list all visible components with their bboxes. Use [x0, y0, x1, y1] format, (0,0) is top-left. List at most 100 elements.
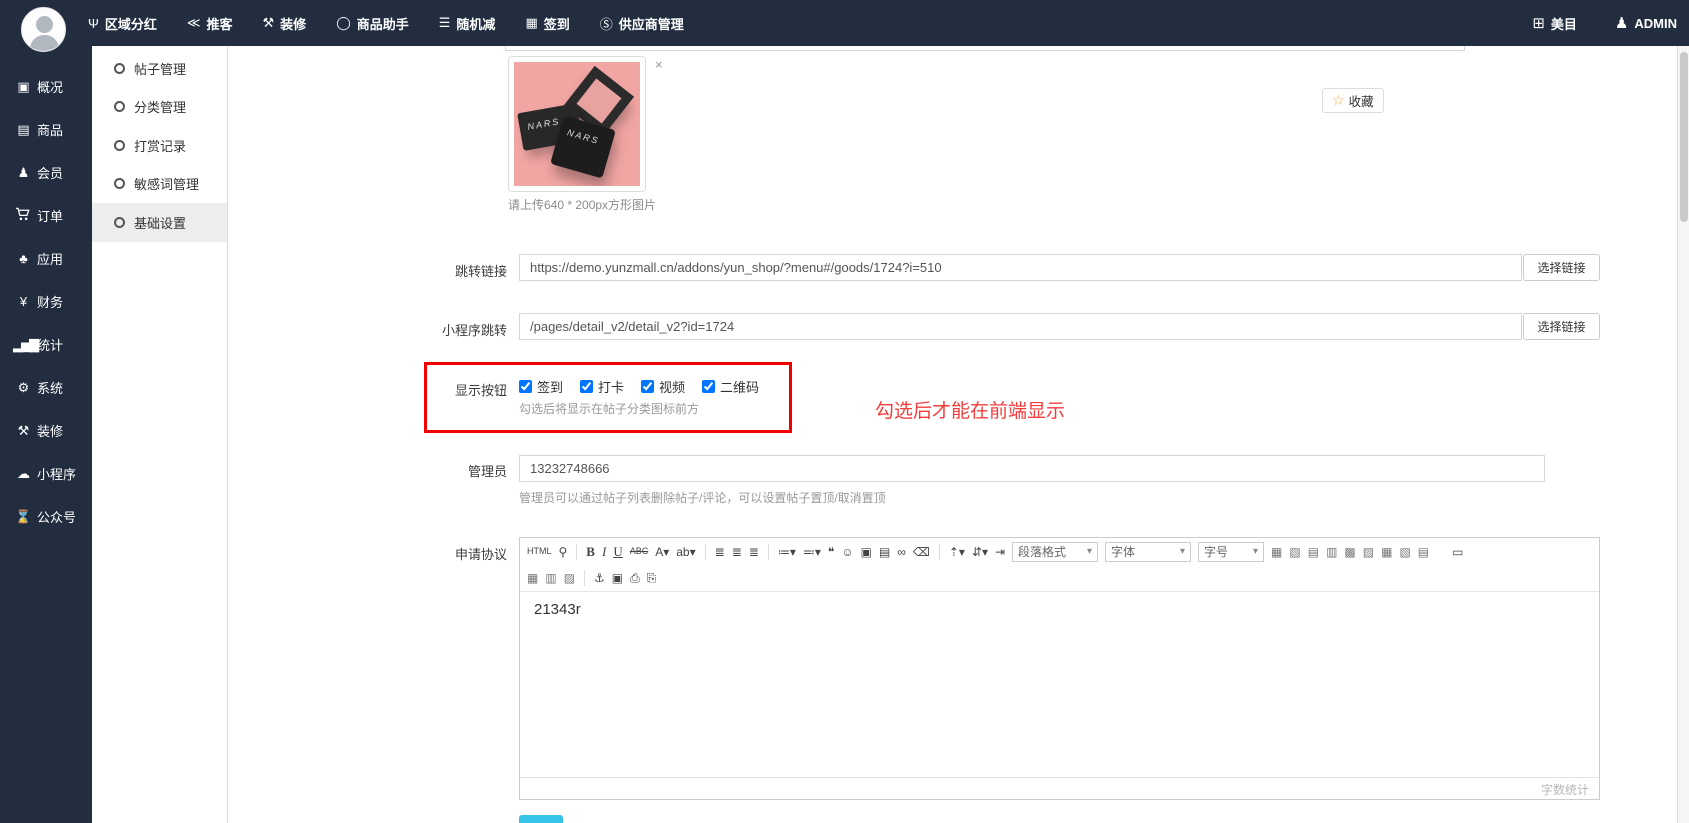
show-buttons-group: 签到 打卡 视频 二维码: [519, 377, 776, 396]
sidebar-item-finance[interactable]: ¥ 财务: [0, 280, 92, 323]
admin-input[interactable]: [519, 455, 1545, 482]
nav-item-region-dividend[interactable]: Ψ 区域分红: [88, 14, 157, 33]
align-right-button[interactable]: ≣: [749, 546, 759, 558]
checkbox[interactable]: [519, 380, 532, 393]
blockquote-button[interactable]: ❝: [828, 546, 834, 558]
scrollbar-thumb[interactable]: [1680, 52, 1688, 222]
split-columns-button[interactable]: ▨: [564, 572, 575, 584]
strikethrough-button[interactable]: ABC: [630, 547, 649, 556]
editor-toolbar-row-2: ▦ ▥ ▨ ⚓ ▣ ⎙ ⎘: [520, 565, 1599, 592]
ordered-list-button[interactable]: ≔▾: [778, 546, 796, 558]
admin-hint: 管理员可以通过帖子列表删除帖子/评论，可以设置帖子置顶/取消置顶: [519, 489, 886, 506]
checkbox[interactable]: [702, 380, 715, 393]
nav-item-random-discount[interactable]: ☰ 随机减: [439, 14, 496, 33]
emoticon-button[interactable]: ☺: [841, 546, 853, 558]
fullscreen-button[interactable]: ▭: [1452, 546, 1463, 558]
delete-row-button[interactable]: ▩: [1344, 546, 1355, 558]
remove-image-icon[interactable]: ×: [655, 58, 663, 71]
format-eraser-button[interactable]: ⌫: [913, 546, 930, 558]
unordered-list-button[interactable]: ≕▾: [803, 546, 821, 558]
sidebar-item-orders[interactable]: 订单: [0, 194, 92, 237]
sidebar-item-decoration[interactable]: ⚒ 装修: [0, 409, 92, 452]
highlight-color-button[interactable]: ab▾: [676, 546, 695, 558]
nav-item-decoration[interactable]: ⚒ 装修: [263, 14, 307, 33]
mini-jump-input[interactable]: [519, 313, 1522, 340]
bold-button[interactable]: B: [586, 545, 595, 558]
option-sign-in[interactable]: 签到: [519, 377, 563, 396]
subnav-item-category-management[interactable]: 分类管理: [92, 88, 227, 127]
option-punch-card[interactable]: 打卡: [580, 377, 624, 396]
insert-table-button[interactable]: ▦: [1271, 546, 1282, 558]
insert-link-button[interactable]: ∞: [897, 546, 906, 558]
indent-button[interactable]: ⇥: [995, 546, 1005, 558]
insert-image-button[interactable]: ▣: [861, 546, 872, 558]
nav-item-supplier-management[interactable]: Ⓢ 供应商管理: [600, 14, 684, 33]
insert-video-button[interactable]: ▤: [879, 546, 890, 558]
jump-link-input[interactable]: [519, 254, 1522, 281]
insert-row-button[interactable]: ▥: [1326, 546, 1337, 558]
option-qrcode[interactable]: 二维码: [702, 377, 759, 396]
font-size-select[interactable]: 字号 ▾: [1198, 542, 1264, 562]
shop-name-button[interactable]: ⊞ 美目: [1532, 14, 1577, 33]
nav-item-goods-assistant[interactable]: ◯ 商品助手: [336, 14, 409, 33]
paragraph-format-select[interactable]: 段落格式 ▾: [1012, 542, 1098, 562]
subnav-item-basic-settings[interactable]: 基础设置: [92, 203, 227, 242]
subnav-item-post-management[interactable]: 帖子管理: [92, 49, 227, 88]
sidebar-item-official-account[interactable]: ⌛ 公众号: [0, 495, 92, 538]
sidebar-item-mini-program[interactable]: ☁ 小程序: [0, 452, 92, 495]
sidebar-item-system[interactable]: ⚙ 系统: [0, 366, 92, 409]
merge-table-button[interactable]: ▦: [527, 572, 538, 584]
nav-item-promoter[interactable]: ≪ 推客: [187, 14, 233, 33]
admin-account-button[interactable]: ♟ ADMIN: [1615, 14, 1677, 32]
preview-button[interactable]: ⚲: [559, 546, 568, 558]
calendar-icon: ▦: [525, 15, 537, 31]
main-content: NARS NARS × 请上传640 * 200px方形图片 ☆ 收藏 跳转链接…: [228, 46, 1677, 823]
checkbox[interactable]: [580, 380, 593, 393]
editor-content-area[interactable]: 21343r: [520, 592, 1599, 777]
delete-table-button[interactable]: ▧: [1289, 546, 1300, 558]
html-source-button[interactable]: HTML: [527, 547, 552, 556]
align-left-button[interactable]: ≣: [715, 546, 725, 558]
font-color-button[interactable]: A▾: [655, 546, 669, 558]
wordcount-label: 字数统计: [520, 777, 1599, 799]
subnav-item-reward-records[interactable]: 打赏记录: [92, 126, 227, 165]
font-family-select[interactable]: 字体 ▾: [1105, 542, 1191, 562]
line-height-button[interactable]: ⇵▾: [972, 546, 988, 558]
wrench-icon: ⚒: [263, 15, 275, 31]
sidebar-item-applications[interactable]: ♣ 应用: [0, 237, 92, 280]
yen-icon: ¥: [13, 294, 32, 309]
underline-button[interactable]: U: [613, 545, 622, 558]
grid-icon: ⊞: [1532, 14, 1545, 32]
checkbox[interactable]: [641, 380, 654, 393]
split-cells-button[interactable]: ▤: [1418, 546, 1429, 558]
sidebar-item-members[interactable]: ♟ 会员: [0, 151, 92, 194]
sidebar-item-goods[interactable]: ▤ 商品: [0, 108, 92, 151]
goods-icon: ▤: [13, 122, 32, 138]
top-navigation-bar: Ψ 区域分红 ≪ 推客 ⚒ 装修 ◯ 商品助手 ☰ 随机减 ▦ 签到: [0, 0, 1689, 46]
sidebar-item-overview[interactable]: ▣ 概况: [0, 65, 92, 108]
submit-button[interactable]: [519, 815, 563, 823]
insert-map-button[interactable]: ▣: [612, 572, 623, 584]
paste-button[interactable]: ⎘: [647, 572, 657, 584]
table-title-button[interactable]: ▤: [1308, 546, 1319, 558]
admin-label: 管理员: [397, 461, 507, 480]
avatar[interactable]: [21, 7, 66, 52]
nav-item-sign-in[interactable]: ▦ 签到: [525, 14, 569, 33]
split-rows-button[interactable]: ▥: [545, 572, 556, 584]
align-center-button[interactable]: ≣: [732, 546, 742, 558]
sidebar-item-statistics[interactable]: ▂▅▇ 统计: [0, 323, 92, 366]
anchor-button[interactable]: ⚓: [594, 572, 605, 584]
favorite-button[interactable]: ☆ 收藏: [1322, 88, 1384, 113]
uploaded-image[interactable]: NARS NARS: [508, 56, 646, 192]
delete-column-button[interactable]: ▦: [1381, 546, 1392, 558]
insert-column-button[interactable]: ▨: [1363, 546, 1374, 558]
choose-link-button[interactable]: 选择链接: [1523, 254, 1600, 281]
separator: [584, 570, 585, 586]
subnav-item-sensitive-words[interactable]: 敏感词管理: [92, 165, 227, 204]
print-button[interactable]: ⎙: [630, 572, 640, 584]
italic-button[interactable]: I: [602, 545, 606, 558]
option-video[interactable]: 视频: [641, 377, 685, 396]
text-align-top-button[interactable]: ⇡▾: [949, 546, 965, 558]
merge-cells-button[interactable]: ▧: [1399, 546, 1410, 558]
choose-link-button[interactable]: 选择链接: [1523, 313, 1600, 340]
